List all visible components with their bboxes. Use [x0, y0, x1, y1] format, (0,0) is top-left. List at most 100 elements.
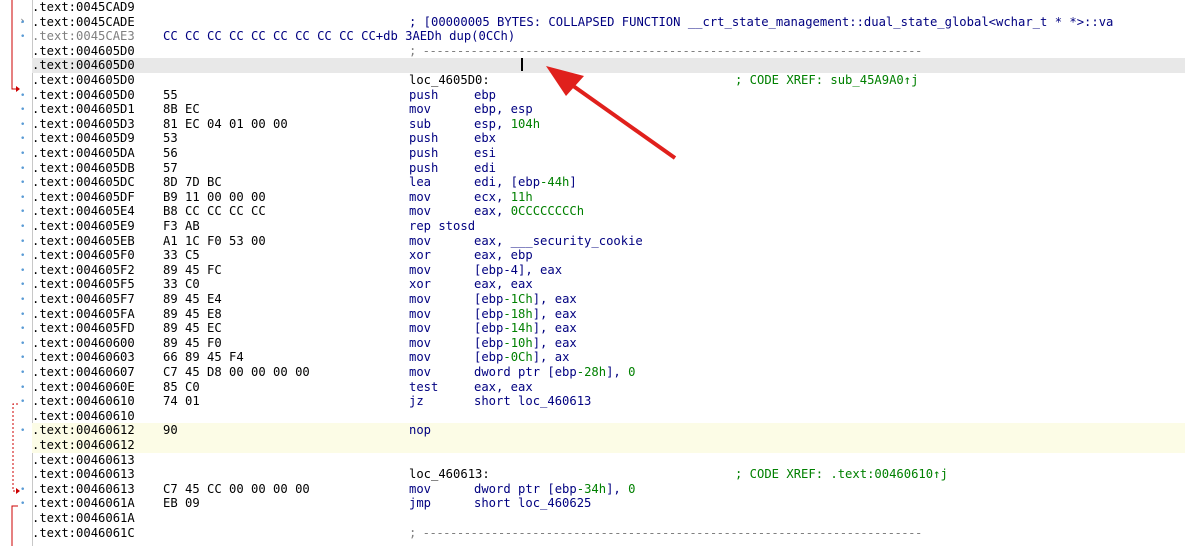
instruction-mnemonic: mov	[409, 262, 432, 277]
breakpoint-dot-icon[interactable]: •	[20, 427, 26, 436]
opcode-bytes: B8 CC CC CC CC	[163, 204, 266, 219]
listing-row[interactable]: .text:004605DA 56 push esi	[32, 146, 1185, 161]
listing-row[interactable]: .text:004605F0 33 C5 xor eax, ebp	[32, 248, 1185, 263]
instruction-operands: [ebp-0Ch], ax	[474, 350, 570, 365]
listing-row[interactable]: .text:0045CADE ; [00000005 BYTES: COLLAPS…	[32, 15, 1185, 30]
breakpoint-dot-icon[interactable]: •	[20, 354, 26, 363]
listing-row[interactable]: .text:004605D0 55 push ebp	[32, 88, 1185, 103]
listing-row[interactable]: .text:00460600 89 45 F0 mov [ebp-10h], eax	[32, 336, 1185, 351]
instruction-operands: ebx	[474, 131, 497, 146]
listing-row[interactable]: .text:004605D0 ; ------------------------…	[32, 44, 1185, 59]
breakpoint-dot-icon[interactable]: •	[20, 252, 26, 261]
listing-row[interactable]: .text:00460612	[32, 438, 1185, 453]
listing-row[interactable]: .text:00460607 C7 45 D8 00 00 00 00 mov dwo…	[32, 365, 1185, 380]
listing-row[interactable]: .text:004605E9 F3 AB rep stosd	[32, 219, 1185, 234]
listing-row[interactable]: .text:004605EB A1 1C F0 53 00 mov eax, ___s…	[32, 234, 1185, 249]
instruction-mnemonic: mov	[409, 481, 432, 496]
breakpoint-dot-icon[interactable]: •	[20, 325, 26, 334]
breakpoint-dot-icon[interactable]: •	[20, 485, 26, 494]
listing-row[interactable]: .text:004605DF B9 11 00 00 00 mov ecx, 11h	[32, 190, 1185, 205]
listing-row[interactable]: .text:00460613 C7 45 CC 00 00 00 00 mov dwo…	[32, 482, 1185, 497]
listing-row[interactable]: .text:0046061C ; ------------------------…	[32, 526, 1185, 541]
listing-row[interactable]: .text:004605D0 loc_4605D0: ; CODE XREF: su…	[32, 73, 1185, 88]
breakpoint-dot-icon[interactable]: •	[20, 33, 26, 42]
listing-row[interactable]: .text:004605F5 33 C0 xor eax, eax	[32, 277, 1185, 292]
instruction-mnemonic: mov	[409, 102, 432, 117]
breakpoint-dot-icon[interactable]: •	[20, 120, 26, 129]
row-address: .text:0046061A	[32, 511, 135, 525]
data-bytes-line: CC CC CC CC CC CC CC CC CC CC+db 3AEDh d…	[163, 29, 516, 44]
separator-line: ; --------------------------------------…	[409, 43, 922, 58]
instruction-mnemonic: mov	[409, 189, 432, 204]
row-address: .text:00460610	[32, 394, 135, 409]
listing-row[interactable]: .text:0045CAD9	[32, 0, 1185, 15]
listing-row[interactable]: .text:0046061A EB 09 jmp short loc_460625	[32, 496, 1185, 511]
breakpoint-dot-icon[interactable]: •	[20, 500, 26, 509]
instruction-mnemonic: lea	[409, 175, 432, 190]
listing-row[interactable]: .text:00460612 90 nop	[32, 423, 1185, 438]
breakpoint-dot-icon[interactable]: •	[20, 310, 26, 319]
row-address: .text:004605E9	[32, 219, 135, 233]
disassembly-listing[interactable]: .text:0045CAD9 .text:0045CADE ; [00000005 …	[32, 0, 1185, 546]
breakpoint-dot-icon[interactable]: •	[20, 369, 26, 378]
listing-row[interactable]: .text:004605F2 89 45 FC mov [ebp-4], eax	[32, 263, 1185, 278]
instruction-operands: eax, ___security_cookie	[474, 233, 643, 248]
listing-row[interactable]: .text:004605FA 89 45 E8 mov [ebp-18h], eax	[32, 307, 1185, 322]
opcode-bytes: 81 EC 04 01 00 00	[163, 116, 288, 131]
instruction-operands: ebp	[474, 87, 497, 102]
row-address: .text:0045CAD9	[32, 0, 135, 14]
listing-row[interactable]: .text:0046060E 85 C0 test eax, eax	[32, 380, 1185, 395]
listing-row[interactable]: .text:0046061A	[32, 511, 1185, 526]
row-address: .text:0045CADE	[32, 14, 135, 29]
code-label: loc_460613:	[409, 467, 490, 482]
jz-arrow-loc-460613	[12, 403, 18, 492]
row-address: .text:00460610	[32, 408, 135, 423]
listing-row[interactable]: .text:00460610 74 01 jz short loc_460613	[32, 394, 1185, 409]
breakpoint-dot-icon[interactable]: •	[20, 91, 26, 100]
instruction-mnemonic: mov	[409, 292, 432, 306]
instruction-operands: edi, [ebp-44h]	[474, 175, 577, 190]
breakpoint-dot-icon[interactable]: •	[20, 383, 26, 392]
row-address: .text:004605F2	[32, 262, 135, 277]
breakpoint-dot-icon[interactable]: •	[20, 266, 26, 275]
row-address: .text:00460607	[32, 365, 135, 379]
row-address: .text:004605E4	[32, 204, 135, 219]
listing-row[interactable]: .text:00460613 loc_460613: ; CODE XREF: .t…	[32, 467, 1185, 482]
flow-arrows	[11, 0, 20, 546]
breakpoint-dot-icon[interactable]: •	[20, 193, 26, 202]
breakpoint-dot-icon[interactable]: •	[20, 179, 26, 188]
listing-row[interactable]: .text:004605E4 B8 CC CC CC CC mov eax, 0CCC…	[32, 204, 1185, 219]
breakpoint-dot-icon[interactable]: •	[20, 164, 26, 173]
breakpoint-dot-icon[interactable]: •	[20, 150, 26, 159]
listing-row[interactable]: .text:004605D3 81 EC 04 01 00 00 sub esp, 1…	[32, 117, 1185, 132]
listing-row[interactable]: .text:00460603 66 89 45 F4 mov [ebp-0Ch], a…	[32, 350, 1185, 365]
listing-row[interactable]: .text:004605DB 57 push edi	[32, 161, 1185, 176]
breakpoint-dot-icon[interactable]: •	[20, 208, 26, 217]
breakpoint-dot-icon[interactable]: •	[20, 18, 26, 27]
listing-row[interactable]: .text:004605DC 8D 7D BC lea edi, [ebp-44h]	[32, 175, 1185, 190]
xref-comment: ; CODE XREF: .text:00460610↑j	[735, 467, 948, 482]
opcode-bytes: 33 C5	[163, 248, 200, 263]
listing-row[interactable]: .text:00460610	[32, 409, 1185, 424]
opcode-bytes: C7 45 D8 00 00 00 00	[163, 365, 310, 379]
listing-row[interactable]: .text:004605F7 89 45 E4 mov [ebp-1Ch], eax	[32, 292, 1185, 307]
breakpoint-dot-icon[interactable]: •	[20, 135, 26, 144]
listing-row[interactable]: .text:004605D0	[32, 58, 1185, 73]
listing-row[interactable]: .text:004605D1 8B EC mov ebp, esp	[32, 102, 1185, 117]
listing-row[interactable]: .text:00460613	[32, 453, 1185, 468]
breakpoint-dot-icon[interactable]: •	[20, 339, 26, 348]
breakpoint-dot-icon[interactable]: •	[20, 237, 26, 246]
breakpoint-dot-icon[interactable]: •	[20, 398, 26, 407]
instruction-mnemonic: mov	[409, 335, 432, 350]
listing-row[interactable]: .text:004605FD 89 45 EC mov [ebp-14h], eax	[32, 321, 1185, 336]
row-address: .text:00460613	[32, 467, 135, 482]
breakpoint-dot-icon[interactable]: •	[20, 281, 26, 290]
breakpoint-dot-icon[interactable]: •	[20, 296, 26, 305]
row-address: .text:0046061A	[32, 496, 135, 511]
listing-row[interactable]: .text:0045CAE3 CC CC CC CC CC CC CC CC CC…	[32, 29, 1185, 44]
listing-row[interactable]: .text:004605D9 53 push ebx	[32, 131, 1185, 146]
breakpoint-dot-icon[interactable]: •	[20, 106, 26, 115]
instruction-mnemonic: push	[409, 160, 439, 175]
breakpoint-dot-icon[interactable]: •	[20, 223, 26, 232]
instruction-mnemonic: jz	[409, 394, 424, 409]
